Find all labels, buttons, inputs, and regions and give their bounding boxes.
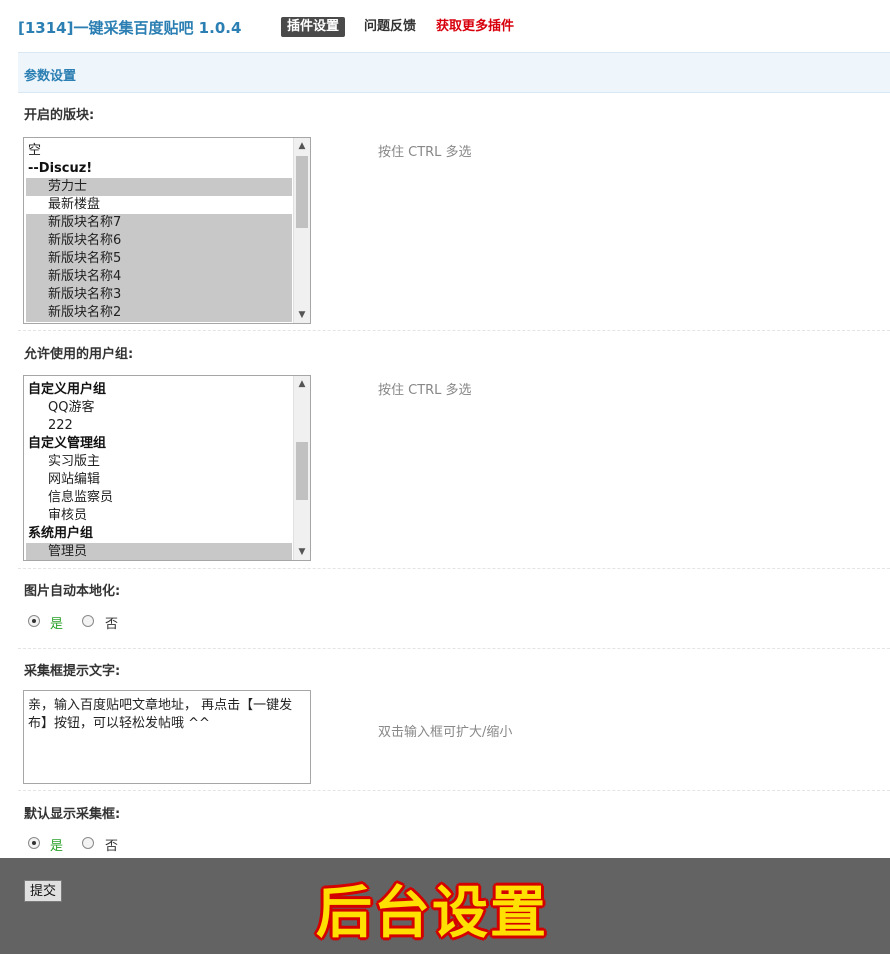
localize-no-radio[interactable]: [82, 615, 94, 627]
listbox-option[interactable]: 新版块名称3: [26, 286, 292, 304]
localize-yes-radio[interactable]: [28, 615, 40, 627]
usergroups-listbox[interactable]: 自定义用户组 QQ游客 222 自定义管理组实习版主 网站编辑 信息监察员 审核员 系统用户组…: [23, 375, 311, 561]
listbox-option[interactable]: 新版块名称6: [26, 232, 292, 250]
listbox-option[interactable]: 信息监察员: [26, 489, 292, 507]
tab-plugin-settings[interactable]: 插件设置: [281, 17, 346, 37]
show-collector-yes-radio[interactable]: [28, 837, 40, 849]
listbox-option[interactable]: 新版块名称7: [26, 214, 292, 232]
localize-images-label: 图片自动本地化:: [24, 584, 121, 599]
listbox-option[interactable]: 劳力士: [26, 178, 292, 196]
listbox-group-label: 自定义用户组: [28, 382, 107, 397]
forums-label: 开启的版块:: [24, 108, 95, 123]
localize-yes-label[interactable]: 是: [50, 613, 63, 632]
forums-options: 空 --Discuz! 劳力士 最新楼盘 新版块名称7 新版块名称6 新版块名称5 新版块名称…: [26, 142, 292, 322]
listbox-option[interactable]: 审核员: [26, 507, 292, 525]
listbox-option[interactable]: 新版块名称2: [26, 304, 292, 322]
listbox-group-label: --Discuz!: [28, 161, 93, 176]
forums-hint: 按住 CTRL 多选: [378, 145, 472, 160]
section-title: 参数设置: [24, 69, 77, 84]
divider: [18, 330, 890, 331]
backend-settings-banner: 后台设置: [316, 881, 548, 946]
listbox-option[interactable]: 管理员: [26, 543, 292, 560]
forums-listbox[interactable]: 空 --Discuz! 劳力士 最新楼盘 新版块名称7 新版块名称6 新版块名称5 新版块名称…: [23, 137, 311, 324]
section-header: 参数设置: [18, 52, 890, 93]
scroll-thumb[interactable]: [296, 156, 308, 228]
prompt-text-label: 采集框提示文字:: [24, 664, 121, 679]
usergroups-scrollbar[interactable]: ▲ ▼: [293, 376, 310, 560]
forums-scrollbar[interactable]: ▲ ▼: [293, 138, 310, 323]
tab-more-plugins[interactable]: 获取更多插件: [430, 17, 520, 37]
prompt-text-input[interactable]: 亲，输入百度贴吧文章地址， 再点击【一键发布】按钮，可以轻松发帖哦 ^^: [23, 690, 311, 784]
listbox-group-label: 自定义管理组: [28, 436, 107, 451]
show-collector-label: 默认显示采集框:: [24, 807, 121, 822]
scroll-thumb[interactable]: [296, 442, 308, 500]
listbox-option[interactable]: 网站编辑: [26, 471, 292, 489]
prompt-text-hint: 双击输入框可扩大/缩小: [378, 725, 513, 740]
localize-no-label[interactable]: 否: [105, 613, 118, 632]
listbox-option[interactable]: 空: [26, 142, 292, 160]
top-bar: [1314]一键采集百度贴吧 1.0.4 插件设置 问题反馈 获取更多插件: [0, 0, 890, 52]
listbox-option[interactable]: 新版块名称4: [26, 268, 292, 286]
listbox-option[interactable]: 最新楼盘: [26, 196, 292, 214]
show-collector-no-radio[interactable]: [82, 837, 94, 849]
listbox-option[interactable]: 222: [26, 417, 292, 435]
usergroups-label: 允许使用的用户组:: [24, 347, 134, 362]
scroll-down-icon[interactable]: ▼: [294, 307, 310, 323]
divider: [18, 790, 890, 791]
show-collector-yes-label[interactable]: 是: [50, 835, 63, 854]
listbox-group-label: 系统用户组: [28, 526, 94, 541]
show-collector-no-label[interactable]: 否: [105, 835, 118, 854]
listbox-option[interactable]: 实习版主: [26, 453, 292, 471]
footer-bar: 提交 后台设置: [0, 858, 890, 954]
plugin-title: [1314]一键采集百度贴吧 1.0.4: [18, 19, 242, 37]
usergroups-options: 自定义用户组 QQ游客 222 自定义管理组实习版主 网站编辑 信息监察员 审核员 系统用户组…: [26, 381, 292, 560]
scroll-down-icon[interactable]: ▼: [294, 544, 310, 560]
scroll-up-icon[interactable]: ▲: [294, 376, 310, 392]
usergroups-hint: 按住 CTRL 多选: [378, 383, 472, 398]
divider: [18, 568, 890, 569]
listbox-option[interactable]: 新版块名称5: [26, 250, 292, 268]
tab-feedback[interactable]: 问题反馈: [358, 17, 422, 37]
listbox-option[interactable]: QQ游客: [26, 399, 292, 417]
divider: [18, 648, 890, 649]
submit-button[interactable]: 提交: [24, 880, 63, 902]
scroll-up-icon[interactable]: ▲: [294, 138, 310, 154]
